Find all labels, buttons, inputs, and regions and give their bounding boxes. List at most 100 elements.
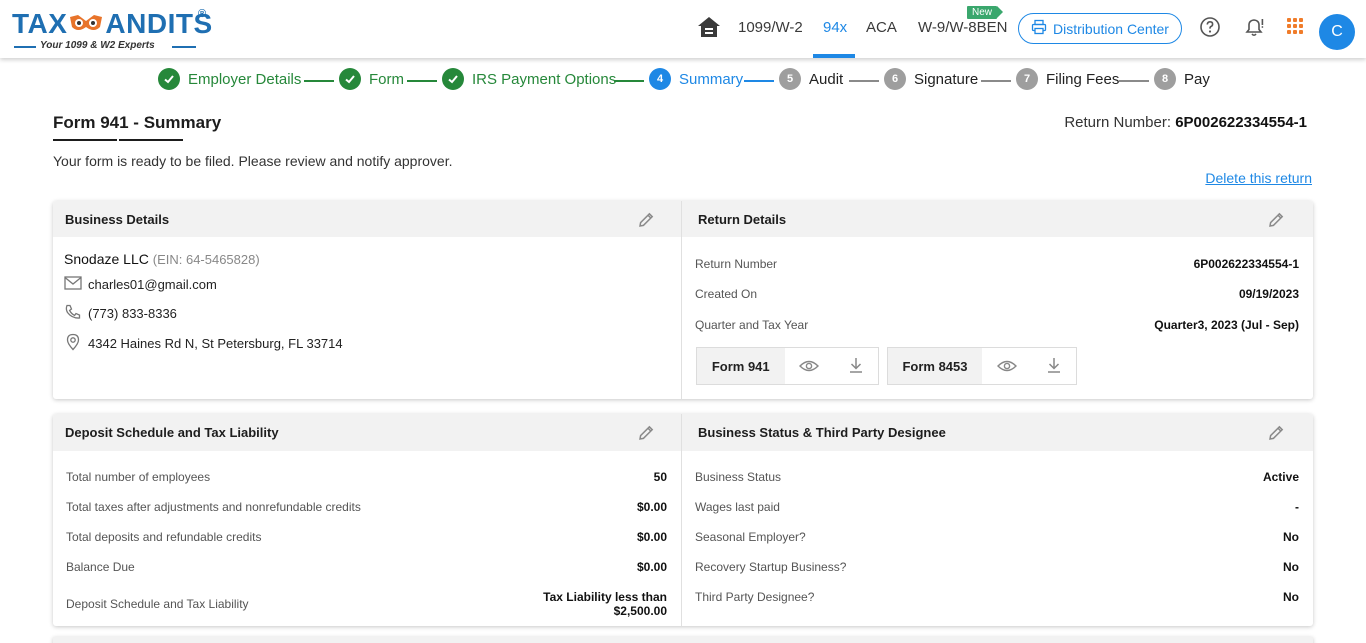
eye-icon[interactable] xyxy=(785,348,835,384)
row-label: Recovery Startup Business? xyxy=(695,560,847,574)
edit-pencil-icon[interactable] xyxy=(637,424,655,442)
phone-icon xyxy=(64,304,82,323)
row-label: Total number of employees xyxy=(66,470,211,484)
business-status-row: Business Status Active xyxy=(695,470,1299,484)
business-phone-row: (773) 833-8336 xyxy=(64,304,177,323)
row-value: 09/19/2023 xyxy=(1238,287,1299,301)
business-address: 4342 Haines Rd N, St Petersburg, FL 3371… xyxy=(88,336,343,351)
row-label: Deposit Schedule and Tax Liability xyxy=(66,597,249,611)
business-email: charles01@gmail.com xyxy=(88,277,217,292)
distribution-center-button[interactable]: Distribution Center xyxy=(1018,13,1182,44)
row-value: No xyxy=(1283,560,1299,574)
logo-tagline: Your 1099 & W2 Experts xyxy=(40,40,155,51)
quarter-tax-year-row: Quarter and Tax Year Quarter3, 2023 (Jul… xyxy=(695,318,1299,332)
business-name-row: Snodaze LLC (EIN: 64-5465828) xyxy=(64,251,260,267)
user-avatar[interactable]: C xyxy=(1319,14,1355,50)
third-party-designee-row: Third Party Designee? No xyxy=(695,590,1299,604)
step-filing-fees[interactable]: 7 Filing Fees xyxy=(1016,68,1119,90)
nav-item-94x[interactable]: 94x xyxy=(823,19,847,36)
business-status-panel: Business Status & Third Party Designee B… xyxy=(682,414,1313,626)
step-form[interactable]: Form xyxy=(339,68,404,90)
business-status-heading: Business Status & Third Party Designee xyxy=(698,425,946,440)
download-icon[interactable] xyxy=(834,348,878,384)
row-label: Third Party Designee? xyxy=(695,590,815,604)
row-label: Seasonal Employer? xyxy=(695,530,806,544)
total-employees-row: Total number of employees 50 xyxy=(66,470,667,484)
logo-wordmark: TAX ANDITS xyxy=(12,8,213,40)
business-ein: (EIN: 64-5465828) xyxy=(152,252,260,267)
step-label: Summary xyxy=(679,70,744,88)
row-value: No xyxy=(1283,590,1299,604)
recovery-startup-row: Recovery Startup Business? No xyxy=(695,560,1299,574)
home-icon[interactable] xyxy=(697,15,721,39)
step-pay[interactable]: 8 Pay xyxy=(1154,68,1210,90)
step-summary[interactable]: 4 Summary xyxy=(649,68,743,90)
row-label: Total deposits and refundable credits xyxy=(66,530,262,544)
step-signature[interactable]: 6 Signature xyxy=(884,68,978,90)
row-label: Quarter and Tax Year xyxy=(695,318,809,332)
created-on-row: Created On 09/19/2023 xyxy=(695,287,1299,301)
row-value: $0.00 xyxy=(636,560,667,574)
form-941-box: Form 941 xyxy=(696,347,879,385)
step-connector xyxy=(744,80,774,82)
business-phone: (773) 833-8336 xyxy=(88,306,177,321)
row-value: Tax Liability less than $2,500.00 xyxy=(543,590,667,618)
trademark-symbol: ® xyxy=(198,8,207,20)
seasonal-employer-row: Seasonal Employer? No xyxy=(695,530,1299,544)
form-941-label: Form 941 xyxy=(697,348,785,384)
step-audit[interactable]: 5 Audit xyxy=(779,68,843,90)
location-pin-icon xyxy=(64,333,82,354)
deposit-schedule-header: Deposit Schedule and Tax Liability xyxy=(53,414,681,451)
check-icon xyxy=(442,68,464,90)
nav-item-aca[interactable]: ACA xyxy=(866,19,897,36)
apps-grid-icon[interactable] xyxy=(1285,16,1309,40)
deposit-schedule-panel: Deposit Schedule and Tax Liability Total… xyxy=(53,414,682,626)
business-email-row: charles01@gmail.com xyxy=(64,276,217,293)
bell-icon[interactable] xyxy=(1243,16,1267,40)
row-label: Return Number xyxy=(695,257,778,271)
deposit-schedule-row: Deposit Schedule and Tax Liability Tax L… xyxy=(66,590,667,618)
row-label: Balance Due xyxy=(66,560,135,574)
deposit-schedule-heading: Deposit Schedule and Tax Liability xyxy=(65,425,279,440)
step-employer-details[interactable]: Employer Details xyxy=(158,68,301,90)
row-value: $0.00 xyxy=(636,530,667,544)
step-number: 8 xyxy=(1154,68,1176,90)
step-label: Filing Fees xyxy=(1046,70,1120,88)
return-number-row: Return Number 6P002622334554-1 xyxy=(695,257,1299,271)
return-number-label: Return Number: xyxy=(1064,114,1172,131)
delete-return-link[interactable]: Delete this return xyxy=(1205,170,1312,186)
new-badge: New xyxy=(967,6,1004,19)
help-icon[interactable] xyxy=(1199,16,1223,40)
page-title: Form 941 - Summary xyxy=(53,113,222,132)
total-taxes-row: Total taxes after adjustments and nonref… xyxy=(66,500,667,514)
return-details-panel: Return Details Return Number 6P002622334… xyxy=(682,201,1313,399)
step-label: Pay xyxy=(1184,70,1210,88)
step-label: IRS Payment Options xyxy=(472,70,617,88)
title-underline-right xyxy=(119,139,183,141)
logo-rule-left xyxy=(14,46,36,48)
step-connector xyxy=(304,80,334,82)
row-label: Business Status xyxy=(695,470,782,484)
owl-mask-icon xyxy=(68,13,104,35)
nav-item-1099-w2[interactable]: 1099/W-2 xyxy=(738,19,803,36)
download-icon[interactable] xyxy=(1032,348,1076,384)
nav-item-w9-w8ben[interactable]: W-9/W-8BEN xyxy=(918,19,1007,36)
step-label: Signature xyxy=(914,70,979,88)
wages-last-paid-row: Wages last paid - xyxy=(695,500,1299,514)
distribution-center-label: Distribution Center xyxy=(1053,20,1169,37)
edit-pencil-icon[interactable] xyxy=(1267,211,1285,229)
edit-pencil-icon[interactable] xyxy=(637,211,655,229)
business-details-heading: Business Details xyxy=(65,211,170,227)
row-value: - xyxy=(1295,500,1299,514)
row-value: No xyxy=(1283,530,1299,544)
row-label: Total taxes after adjustments and nonref… xyxy=(66,500,361,514)
taxbandits-logo[interactable]: TAX ANDITS ® Your 1099 & W2 Experts xyxy=(12,8,212,54)
row-value-line: $2,500.00 xyxy=(613,604,667,618)
eye-icon[interactable] xyxy=(982,348,1032,384)
row-label: Wages last paid xyxy=(695,500,780,514)
return-details-header: Return Details xyxy=(682,201,1313,237)
edit-pencil-icon[interactable] xyxy=(1267,424,1285,442)
row-value: 6P002622334554-1 xyxy=(1193,257,1299,271)
return-details-heading: Return Details xyxy=(698,211,787,227)
step-irs-payment-options[interactable]: IRS Payment Options xyxy=(442,68,616,90)
